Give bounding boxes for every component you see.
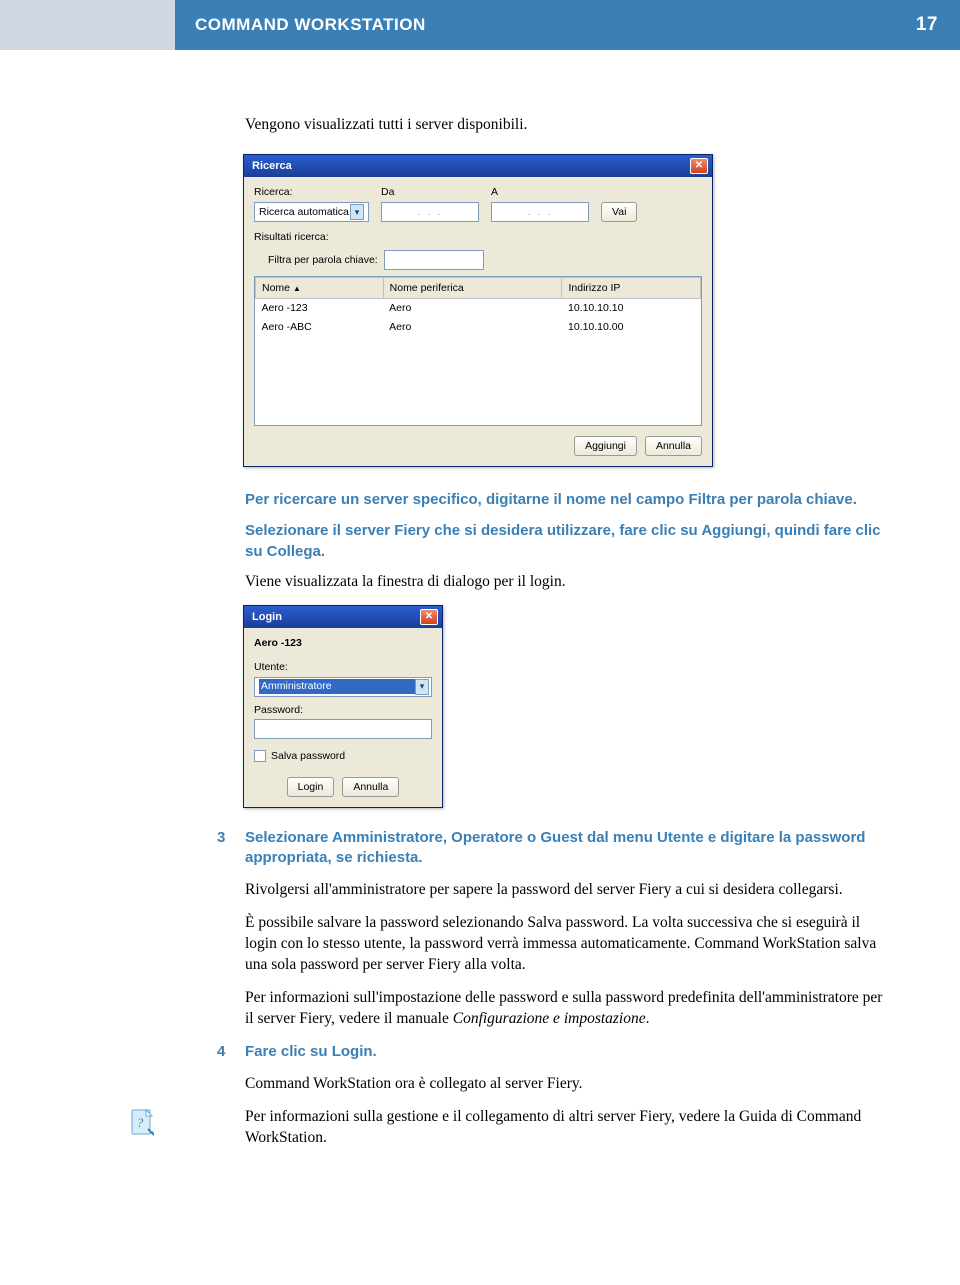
header-left-block: [0, 0, 175, 50]
svg-text:?: ?: [137, 1115, 144, 1130]
close-icon[interactable]: ✕: [420, 609, 438, 625]
col-periferica[interactable]: Nome periferica: [383, 278, 562, 299]
sort-asc-icon: ▲: [293, 284, 301, 293]
col-nome[interactable]: Nome▲: [256, 278, 384, 299]
instruct-seleziona: Selezionare il server Fiery che si desid…: [245, 520, 890, 562]
page-header: COMMAND WORKSTATION 17: [0, 0, 960, 50]
finestra-login-text: Viene visualizzata la finestra di dialog…: [245, 572, 890, 593]
filtra-label: Filtra per parola chiave:: [268, 253, 378, 267]
header-page-number: 17: [916, 14, 938, 36]
step-4-number: 4: [217, 1042, 225, 1062]
step-3-number: 3: [217, 828, 225, 848]
instruct-filtra: Per ricercare un server specifico, digit…: [245, 489, 890, 510]
utente-value: Amministratore: [259, 679, 415, 693]
ricerca-title: Ricerca: [252, 159, 292, 174]
login-button[interactable]: Login: [287, 777, 335, 797]
step-3-p2: È possibile salvare la password selezion…: [245, 913, 890, 976]
risultati-label: Risultati ricerca:: [254, 231, 329, 243]
ricerca-label: Ricerca:: [254, 185, 369, 199]
login-annulla-button[interactable]: Annulla: [342, 777, 399, 797]
col-ip[interactable]: Indirizzo IP: [562, 278, 701, 299]
intro-text: Vengono visualizzati tutti i server disp…: [245, 115, 890, 136]
a-ip-field[interactable]: . . .: [491, 202, 589, 222]
login-dialog: Login ✕ Aero -123 Utente: Amministratore…: [243, 605, 443, 808]
utente-select[interactable]: Amministratore ▾: [254, 677, 432, 697]
ricerca-select-value: Ricerca automatica: [259, 205, 349, 219]
header-right-block: COMMAND WORKSTATION 17: [175, 0, 960, 50]
header-title: COMMAND WORKSTATION: [195, 15, 426, 35]
step-3-heading: Selezionare Amministratore, Operatore o …: [245, 828, 890, 869]
login-title: Login: [252, 610, 282, 625]
step-4-p1: Command WorkStation ora è collegato al s…: [245, 1074, 890, 1095]
step-4-p2: Per informazioni sulla gestione e il col…: [245, 1107, 890, 1149]
ricerca-dialog: Ricerca ✕ Ricerca: Ricerca automatica ▾ …: [243, 154, 713, 467]
help-icon: ?: [130, 1109, 154, 1137]
da-label: Da: [381, 185, 479, 199]
login-titlebar: Login ✕: [244, 606, 442, 628]
vai-button[interactable]: Vai: [601, 202, 637, 222]
chevron-down-icon: ▾: [415, 679, 429, 695]
table-row[interactable]: Aero -ABC Aero 10.10.10.00: [256, 318, 701, 336]
salva-password-label: Salva password: [271, 749, 345, 763]
filtra-input[interactable]: [384, 250, 484, 270]
step-4-heading: Fare clic su Login.: [245, 1042, 377, 1062]
ricerca-titlebar: Ricerca ✕: [244, 155, 712, 177]
aggiungi-button[interactable]: Aggiungi: [574, 436, 637, 456]
chevron-down-icon: ▾: [350, 204, 364, 220]
close-icon[interactable]: ✕: [690, 158, 708, 174]
utente-label: Utente:: [254, 660, 432, 674]
salva-password-checkbox[interactable]: [254, 750, 266, 762]
results-table: Nome▲ Nome periferica Indirizzo IP Aero …: [254, 276, 702, 426]
da-ip-field[interactable]: . . .: [381, 202, 479, 222]
password-label: Password:: [254, 703, 432, 717]
login-server-name: Aero -123: [254, 636, 432, 650]
password-input[interactable]: [254, 719, 432, 739]
step-3-p3: Per informazioni sull'impostazione delle…: [245, 988, 890, 1030]
ricerca-select[interactable]: Ricerca automatica ▾: [254, 202, 369, 222]
a-label: A: [491, 185, 589, 199]
table-row[interactable]: Aero -123 Aero 10.10.10.10: [256, 299, 701, 318]
annulla-button[interactable]: Annulla: [645, 436, 702, 456]
step-3-p1: Rivolgersi all'amministratore per sapere…: [245, 880, 890, 901]
